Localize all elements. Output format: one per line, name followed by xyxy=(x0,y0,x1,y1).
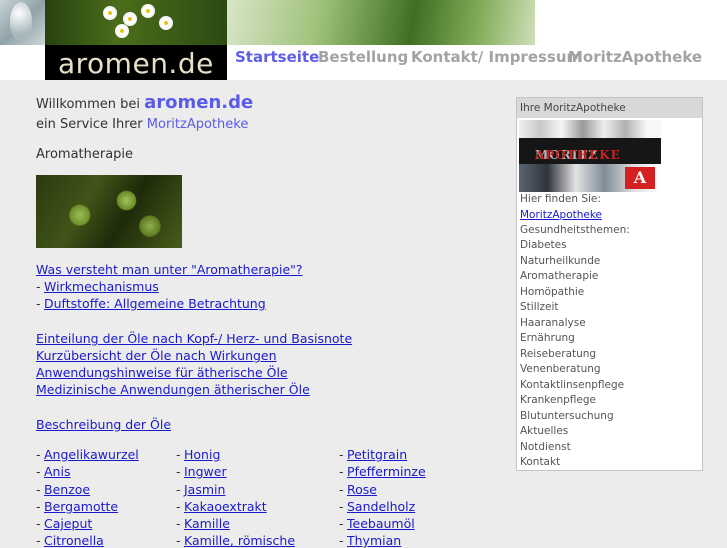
oil-link[interactable]: Jasmin xyxy=(184,482,225,497)
bullet-dash: - xyxy=(36,482,41,497)
oil-link[interactable]: Benzoe xyxy=(44,482,90,497)
berries-photo xyxy=(36,175,182,248)
oil-link[interactable]: Teebaumöl xyxy=(347,516,415,531)
nav-bestellung[interactable]: Bestellung xyxy=(318,48,408,66)
sidebar-topic[interactable]: Kontakt xyxy=(520,456,560,468)
site-header: aromen.de Startseite Bestellung Kontakt/… xyxy=(0,0,727,80)
site-logo[interactable]: aromen.de xyxy=(58,47,214,80)
bullet-dash: - xyxy=(36,296,41,311)
oil-link[interactable]: Kamille, römische xyxy=(184,533,295,548)
bullet-dash: - xyxy=(176,533,181,548)
lamp-header-image xyxy=(0,0,45,45)
sidebar-found-here: Hier finden Sie: xyxy=(520,193,601,205)
sidebar-topic[interactable]: Venenberatung xyxy=(520,363,601,375)
service-link[interactable]: MoritzApotheke xyxy=(147,117,249,132)
bullet-dash: - xyxy=(339,464,344,479)
oil-link[interactable]: Sandelholz xyxy=(347,499,415,514)
bullet-dash: - xyxy=(176,464,181,479)
sidebar-topic[interactable]: Krankenpflege xyxy=(520,394,596,406)
brand-name: aromen.de xyxy=(144,92,254,113)
bullet-dash: - xyxy=(36,516,41,531)
nav-startseite[interactable]: Startseite xyxy=(235,48,319,66)
sidebar-topic[interactable]: Naturheilkunde xyxy=(520,255,600,267)
welcome-line: Willkommen bei aromen.de xyxy=(36,92,253,113)
oil-link[interactable]: Honig xyxy=(184,447,220,462)
oil-link[interactable]: Thymian xyxy=(347,533,401,548)
bullet-dash: - xyxy=(176,499,181,514)
pharmacy-sidebar: Ihre MoritzApotheke MORITZ APOTHEKE A Hi… xyxy=(516,97,703,471)
oil-link[interactable]: Petitgrain xyxy=(347,447,407,462)
oil-link[interactable]: Cajeput xyxy=(44,516,92,531)
sidebar-moritz-link[interactable]: MoritzApotheke xyxy=(520,209,602,221)
sidebar-title: Ihre MoritzApotheke xyxy=(517,98,702,118)
bullet-dash: - xyxy=(176,482,181,497)
link-duftstoffe[interactable]: Duftstoffe: Allgemeine Betrachtung xyxy=(44,296,266,311)
pharmacy-banner-image[interactable]: MORITZ APOTHEKE A xyxy=(519,120,661,192)
bullet-dash: - xyxy=(36,499,41,514)
link-wirkmechanismus[interactable]: Wirkmechanismus xyxy=(44,279,159,294)
bullet-dash: - xyxy=(176,516,181,531)
oil-link[interactable]: Kamille xyxy=(184,516,230,531)
link-what-is-aromatherapy[interactable]: Was versteht man unter "Aromatherapie"? xyxy=(36,262,303,277)
sidebar-topic[interactable]: Blutuntersuchung xyxy=(520,410,614,422)
bullet-dash: - xyxy=(36,464,41,479)
bullet-dash: - xyxy=(36,279,41,294)
oil-link[interactable]: Citronella xyxy=(44,533,104,548)
bullet-dash: - xyxy=(339,499,344,514)
bullet-dash: - xyxy=(36,447,41,462)
service-text: ein Service Ihrer xyxy=(36,117,147,132)
oil-link[interactable]: Ingwer xyxy=(184,464,227,479)
oil-link[interactable]: Kakaoextrakt xyxy=(184,499,267,514)
sidebar-topic[interactable]: Haaranalyse xyxy=(520,317,586,329)
welcome-text: Willkommen bei xyxy=(36,97,145,112)
bullet-dash: - xyxy=(36,533,41,548)
oil-link[interactable]: Pfefferminze xyxy=(347,464,426,479)
sidebar-topic[interactable]: Stillzeit xyxy=(520,301,559,313)
chamomile-header-image xyxy=(45,0,227,45)
link-beschreibung[interactable]: Beschreibung der Öle xyxy=(36,417,171,432)
link-einteilung[interactable]: Einteilung der Öle nach Kopf-/ Herz- und… xyxy=(36,331,352,346)
pharmacy-a-logo-icon: A xyxy=(625,167,655,189)
sidebar-topic[interactable]: Aromatherapie xyxy=(520,270,598,282)
bullet-dash: - xyxy=(339,533,344,548)
sidebar-topic[interactable]: Aktuelles xyxy=(520,425,568,437)
bullet-dash: - xyxy=(339,516,344,531)
nav-moritzapotheke[interactable]: MoritzApotheke xyxy=(568,48,702,66)
sidebar-topic[interactable]: Reiseberatung xyxy=(520,348,596,360)
section-title: Aromatherapie xyxy=(36,147,134,162)
bullet-dash: - xyxy=(176,447,181,462)
oil-link[interactable]: Rose xyxy=(347,482,377,497)
oil-link[interactable]: Anis xyxy=(44,464,70,479)
link-medizinische-anwendungen[interactable]: Medizinische Anwendungen ätherischer Öle xyxy=(36,382,310,397)
sidebar-topic[interactable]: Diabetes xyxy=(520,239,567,251)
bullet-dash: - xyxy=(339,447,344,462)
sidebar-topic[interactable]: Notdienst xyxy=(520,441,571,453)
sidebar-topic[interactable]: Homöpathie xyxy=(520,286,584,298)
leaf-header-image xyxy=(227,0,535,45)
service-line: ein Service Ihrer MoritzApotheke xyxy=(36,117,248,132)
bullet-dash: - xyxy=(339,482,344,497)
nav-kontakt-impressum[interactable]: Kontakt/ Impressum xyxy=(411,48,582,66)
link-kurzuebersicht[interactable]: Kurzübersicht der Öle nach Wirkungen xyxy=(36,348,277,363)
sidebar-topic[interactable]: Kontaktlinsenpflege xyxy=(520,379,624,391)
oil-link[interactable]: Angelikawurzel xyxy=(44,447,139,462)
sidebar-topics-title: Gesundheitsthemen: xyxy=(520,224,630,236)
link-anwendungshinweise[interactable]: Anwendungshinweise für ätherische Öle xyxy=(36,365,288,380)
oil-link[interactable]: Bergamotte xyxy=(44,499,118,514)
sidebar-topic[interactable]: Ernährung xyxy=(520,332,575,344)
